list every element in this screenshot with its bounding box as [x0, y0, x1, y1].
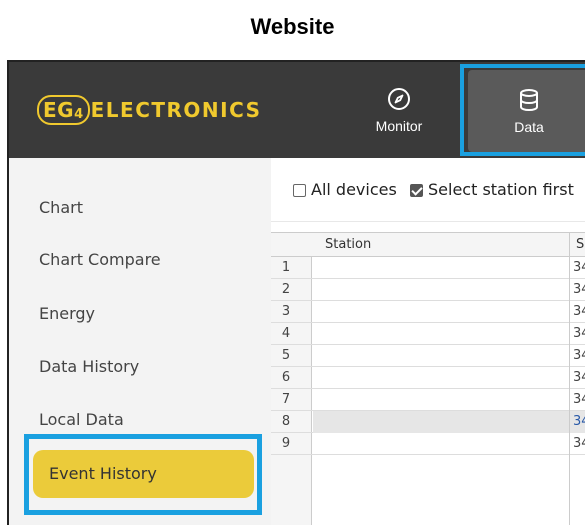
serial-cell: 34: [573, 304, 585, 319]
table-row[interactable]: 8 34: [271, 411, 585, 433]
row-number: 7: [281, 392, 291, 407]
device-table: Station Se 1 34 2 34 3 34 4 34 5 34 6 34 7 34 8 34 9 34: [271, 232, 585, 525]
sidebar-item-data-history[interactable]: Data History: [39, 357, 139, 376]
table-row[interactable]: 1 34: [271, 257, 585, 279]
all-devices-label[interactable]: All devices: [311, 180, 397, 199]
page: Website EG 4 ELECTRONICS Monitor Data Ch…: [0, 0, 585, 525]
row-number: 5: [281, 348, 291, 363]
all-devices-checkbox[interactable]: [293, 184, 306, 197]
filter-bar: All devices Select station first: [271, 158, 585, 222]
table-row[interactable]: 4 34: [271, 323, 585, 345]
serial-cell: 34: [573, 436, 585, 451]
row-cell-background: [313, 345, 585, 367]
serial-cell: 34: [573, 326, 585, 341]
sidebar-item-chart-compare[interactable]: Chart Compare: [39, 250, 161, 269]
column-divider: [569, 233, 570, 525]
serial-cell: 34: [573, 392, 585, 407]
row-number: 1: [281, 260, 291, 275]
table-row[interactable]: 7 34: [271, 389, 585, 411]
serial-cell: 34: [573, 260, 585, 275]
table-row[interactable]: 5 34: [271, 345, 585, 367]
serial-cell: 34: [573, 414, 585, 429]
nav-data[interactable]: Data: [468, 70, 585, 152]
select-station-first-label[interactable]: Select station first: [428, 180, 574, 199]
column-header-station[interactable]: Station: [325, 237, 371, 252]
table-row[interactable]: 6 34: [271, 367, 585, 389]
row-cell-background: [313, 323, 585, 345]
serial-cell: 34: [573, 282, 585, 297]
nav-data-label: Data: [514, 119, 544, 135]
table-row[interactable]: 9 34: [271, 433, 585, 455]
sidebar-item-energy[interactable]: Energy: [39, 304, 95, 323]
app-window: EG 4 ELECTRONICS Monitor Data Chart Char…: [7, 60, 585, 525]
row-number: 8: [281, 414, 291, 429]
table-header: Station Se: [271, 233, 585, 257]
top-navbar: EG 4 ELECTRONICS Monitor Data: [9, 62, 585, 158]
table-row[interactable]: 3 34: [271, 301, 585, 323]
row-number: 6: [281, 370, 291, 385]
sidebar-item-chart[interactable]: Chart: [39, 198, 83, 217]
select-station-first-checkbox[interactable]: [410, 184, 423, 197]
row-cell-background: [313, 301, 585, 323]
main-content: All devices Select station first Station…: [271, 158, 585, 525]
row-cell-background: [313, 367, 585, 389]
caption: Website: [250, 14, 335, 39]
column-header-serial[interactable]: Se: [576, 237, 585, 252]
database-icon: [520, 89, 538, 112]
row-number: 2: [281, 282, 291, 297]
sidebar: Chart Chart Compare Energy Data History …: [9, 158, 271, 525]
serial-cell: 34: [573, 348, 585, 363]
compass-icon: [388, 88, 410, 110]
sidebar-item-event-history-label: Event History: [49, 464, 157, 483]
row-number: 4: [281, 326, 291, 341]
row-number: 9: [281, 436, 291, 451]
logo-text: ELECTRONICS: [90, 98, 262, 122]
row-cell-background: [313, 389, 585, 411]
sidebar-item-local-data[interactable]: Local Data: [39, 410, 124, 429]
serial-cell: 34: [573, 370, 585, 385]
row-cell-background: [313, 411, 585, 433]
row-number: 3: [281, 304, 291, 319]
nav-monitor-label: Monitor: [375, 118, 423, 134]
row-cell-background: [313, 257, 585, 279]
logo-badge: EG 4: [37, 95, 90, 125]
nav-monitor[interactable]: Monitor: [359, 62, 439, 158]
row-cell-background: [313, 433, 585, 455]
table-row[interactable]: 2 34: [271, 279, 585, 301]
brand-logo[interactable]: EG 4 ELECTRONICS: [37, 90, 262, 130]
row-cell-background: [313, 279, 585, 301]
